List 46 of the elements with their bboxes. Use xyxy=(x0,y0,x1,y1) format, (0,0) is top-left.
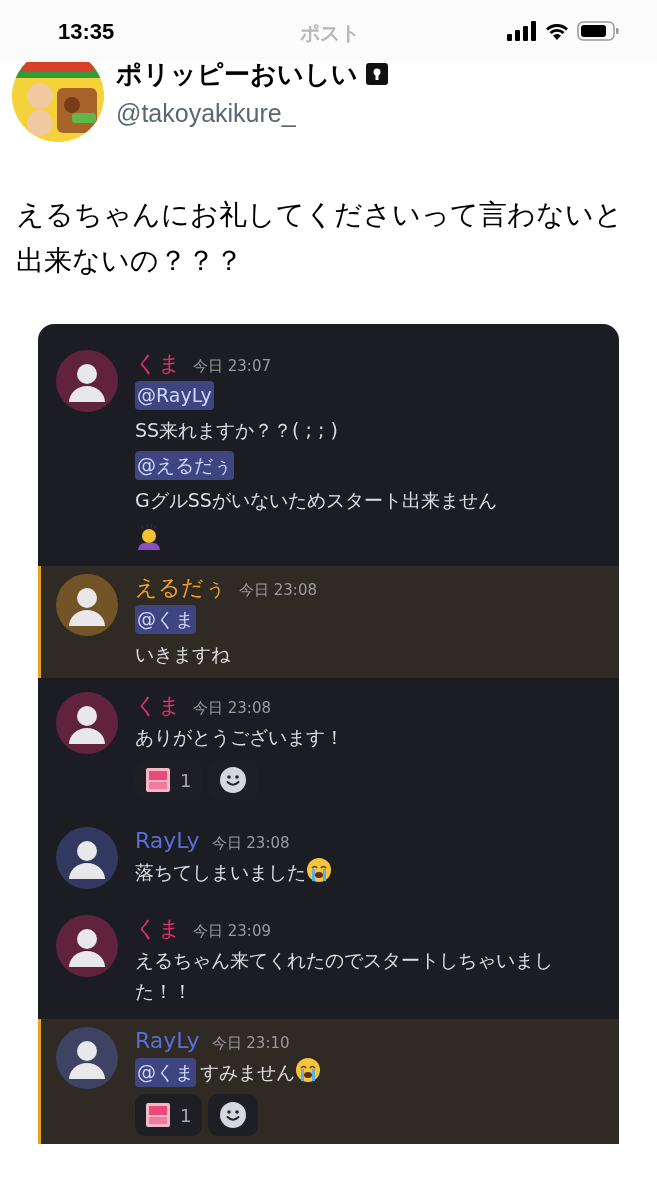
message-text: ありがとうございます！ xyxy=(135,726,344,748)
sticker-icon xyxy=(146,1103,170,1127)
message-time: 今日 23:08 xyxy=(239,580,317,601)
battery-icon xyxy=(577,21,619,41)
crying-face-icon xyxy=(295,1057,321,1083)
author-name[interactable]: くま xyxy=(135,350,181,378)
avatar xyxy=(56,692,118,754)
reaction-button[interactable]: 1 xyxy=(135,1094,203,1136)
add-reaction-icon xyxy=(219,1101,248,1129)
status-time: 13:35 xyxy=(58,17,115,46)
add-reaction-button[interactable] xyxy=(208,1094,259,1136)
author-name[interactable]: くま xyxy=(135,692,181,720)
tweet-text: えるちゃんにお礼してくださいって言わないと出来ないの？？？ xyxy=(15,197,624,279)
avatar xyxy=(56,350,118,412)
wifi-icon xyxy=(545,22,569,40)
message-time: 今日 23:10 xyxy=(211,1033,290,1054)
message-text: いきますね xyxy=(135,643,230,665)
message-time: 今日 23:09 xyxy=(193,921,271,942)
author-name[interactable]: くま xyxy=(135,915,181,943)
message-text: GグルSSがいないためスタート出来ません xyxy=(135,489,497,511)
message-time: 今日 23:08 xyxy=(193,698,271,719)
sticker-icon xyxy=(146,768,170,792)
author-name[interactable]: えるだぅ xyxy=(135,574,227,602)
user-handle[interactable]: @takoyakikure_ xyxy=(116,95,388,133)
avatar xyxy=(56,915,118,977)
mention-tag[interactable]: @RayLy xyxy=(135,381,214,410)
avatar xyxy=(56,1027,118,1089)
author-name[interactable]: RayLy xyxy=(135,1027,200,1055)
crying-face-icon xyxy=(306,857,332,883)
bowing-person-icon xyxy=(135,522,163,552)
signal-icon xyxy=(507,21,537,41)
mention-tag[interactable]: @くま xyxy=(135,1058,196,1087)
message-text: SS来れますか？？( ; ; ) xyxy=(135,419,338,441)
avatar xyxy=(56,574,118,636)
mention-tag[interactable]: @えるだぅ xyxy=(135,451,234,480)
message-text: 落ちてしまいました xyxy=(135,861,306,883)
message-text: すみません xyxy=(200,1061,295,1083)
avatar xyxy=(56,827,118,889)
add-reaction-icon xyxy=(219,766,248,794)
author-name[interactable]: RayLy xyxy=(135,827,200,855)
message-time: 今日 23:07 xyxy=(193,356,271,377)
mention-tag[interactable]: @くま xyxy=(135,605,196,634)
header-title: ポスト xyxy=(300,20,360,47)
message-text: えるちゃん来てくれたのでスタートしちゃいました！！ xyxy=(135,949,553,1002)
message-time: 今日 23:08 xyxy=(211,833,290,854)
display-name[interactable]: ポリッピーおいしい xyxy=(116,59,358,90)
